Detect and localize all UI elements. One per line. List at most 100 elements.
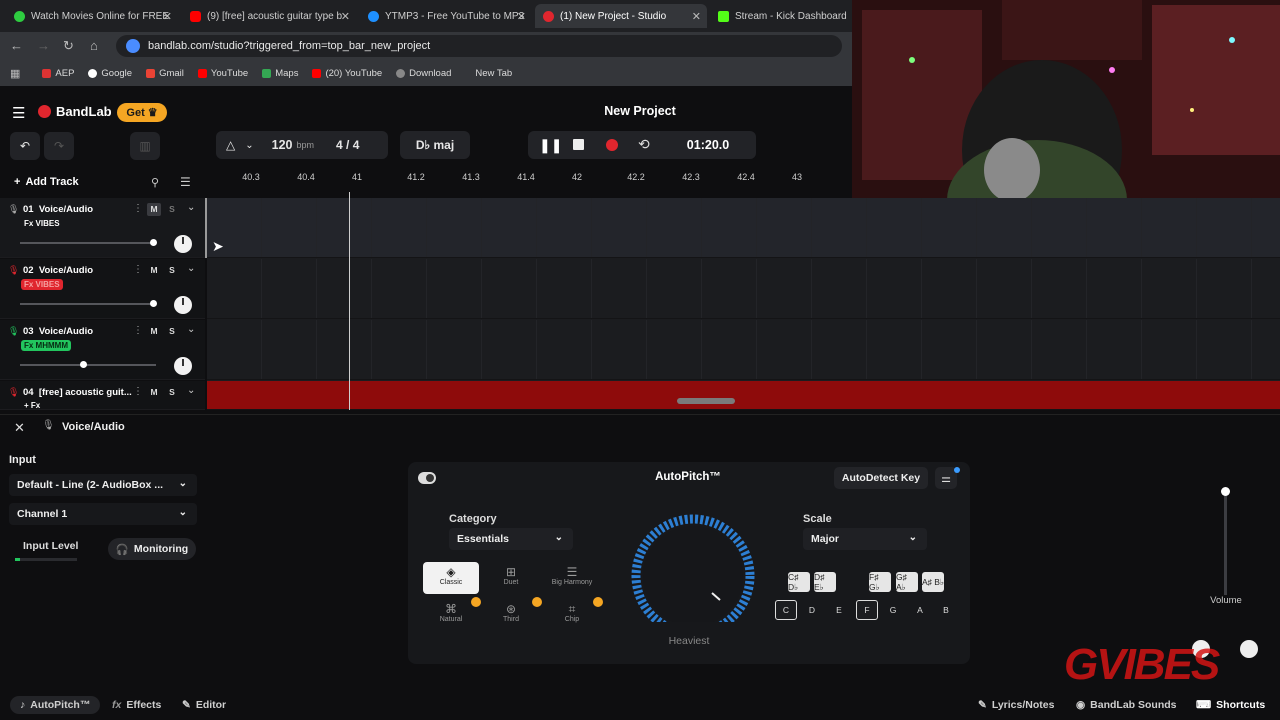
track-fx-badge[interactable]: Fx VIBES <box>21 218 63 229</box>
bandlab-sounds-button[interactable]: ◉ BandLab Sounds <box>1076 696 1177 714</box>
autodetect-key-button[interactable]: AutoDetect Key <box>834 467 928 489</box>
key-a[interactable]: A <box>909 600 931 620</box>
browser-tab-3[interactable]: YTMP3 - Free YouTube to MP3 ✕ <box>360 4 532 28</box>
monitoring-button[interactable]: 🎧 Monitoring <box>108 538 196 560</box>
volume-slider[interactable] <box>20 239 158 246</box>
bandlab-logo[interactable]: BandLab <box>38 104 112 119</box>
more-icon[interactable]: ⋮ <box>133 386 143 397</box>
key-b[interactable]: B <box>935 600 957 620</box>
address-bar[interactable]: bandlab.com/studio?triggered_from=top_ba… <box>116 35 842 57</box>
track-lanes[interactable] <box>207 198 1280 410</box>
bpm-value[interactable]: 120 <box>272 138 293 152</box>
mute-button[interactable]: M <box>147 264 161 277</box>
scale-select[interactable]: Major ⌄ <box>803 528 927 550</box>
add-track-button[interactable]: + Add Track <box>14 176 79 188</box>
close-icon[interactable]: ✕ <box>163 10 172 23</box>
bookmark-google[interactable]: Google <box>88 68 132 79</box>
key-e[interactable]: E <box>828 600 850 620</box>
redo-button[interactable]: ↷ <box>44 132 74 160</box>
record-button[interactable] <box>606 139 618 151</box>
bookmark-new-tab[interactable]: New Tab <box>475 68 512 79</box>
browser-tab-5[interactable]: Stream - Kick Dashboard <box>710 4 850 28</box>
solo-button[interactable]: S <box>165 203 179 216</box>
category-third[interactable]: ⊛ Third <box>483 599 539 631</box>
mute-button[interactable]: M <box>147 386 161 399</box>
bookmark-youtube[interactable]: YouTube <box>197 68 248 79</box>
metronome-icon[interactable]: △ <box>226 138 235 152</box>
bookmark-gmail[interactable]: Gmail <box>146 68 184 79</box>
lyrics-notes-button[interactable]: ✎ Lyrics/Notes <box>978 696 1054 714</box>
key-d[interactable]: D <box>801 600 823 620</box>
get-membership-button[interactable]: Get ♛ <box>117 103 167 122</box>
category-duet[interactable]: ⊞ Duet <box>483 562 539 594</box>
volume-fader[interactable] <box>1221 487 1230 595</box>
channel-select[interactable]: Channel 1 ⌄ <box>9 503 197 525</box>
solo-button[interactable]: S <box>165 264 179 277</box>
link-icon[interactable]: ⚲ <box>151 176 159 189</box>
autopitch-toggle[interactable] <box>418 472 436 484</box>
track-lane[interactable] <box>207 198 1280 258</box>
category-classic[interactable]: ◈ Classic <box>423 562 479 594</box>
bookmark-youtube-20[interactable]: (20) YouTube <box>312 68 382 79</box>
more-icon[interactable]: ⋮ <box>133 264 143 275</box>
track-fx-badge[interactable]: Fx MHMMM <box>21 340 71 351</box>
pause-button[interactable]: ❚❚ <box>539 137 562 154</box>
input-device-select[interactable]: Default - Line (2- AudioBox ... ⌄ <box>9 474 197 496</box>
track-row[interactable]: 🎙 02 Voice/Audio Fx VIBES ⋮ M S ⌄ <box>0 259 205 319</box>
menu-icon[interactable]: ☰ <box>12 104 25 122</box>
bookmark-download[interactable]: Download <box>396 68 451 79</box>
chevron-down-icon[interactable]: ⌄ <box>245 140 253 151</box>
editor-tab[interactable]: ✎ Editor <box>182 696 226 714</box>
track-lane[interactable] <box>207 320 1280 380</box>
track-row[interactable]: 🎙 03 Voice/Audio Fx MHMMM ⋮ M S ⌄ <box>0 320 205 380</box>
chevron-down-icon[interactable]: ⌄ <box>187 263 195 274</box>
solo-button[interactable]: S <box>165 386 179 399</box>
time-signature[interactable]: 4 / 4 <box>336 138 359 152</box>
category-chip[interactable]: ⌗ Chip <box>544 599 600 631</box>
browser-tab-2[interactable]: (9) [free] acoustic guitar type b ✕ <box>182 4 356 28</box>
master-pan-knob[interactable] <box>1192 640 1210 658</box>
category-big-harmony[interactable]: ☰ Big Harmony <box>544 562 600 594</box>
key-f-sharp[interactable]: F♯ G♭ <box>869 572 891 592</box>
pan-knob[interactable] <box>174 357 192 375</box>
pan-knob[interactable] <box>174 296 192 314</box>
shortcuts-button[interactable]: ⌨ Shortcuts <box>1196 696 1265 714</box>
undo-button[interactable]: ↶ <box>10 132 40 160</box>
volume-fader-knob[interactable] <box>1221 487 1230 496</box>
project-title[interactable]: New Project <box>560 104 720 118</box>
apps-grid-icon[interactable]: ▦ <box>10 67 20 80</box>
stop-button[interactable] <box>573 139 584 150</box>
bookmark-aep[interactable]: AEP <box>42 68 74 79</box>
close-icon[interactable]: ✕ <box>341 10 350 23</box>
more-icon[interactable]: ⋮ <box>133 203 143 214</box>
close-icon[interactable]: ✕ <box>692 10 701 23</box>
timeline-ruler[interactable]: 40.3 40.4 41 41.2 41.3 41.4 42 42.2 42.3… <box>207 168 852 186</box>
key-g[interactable]: G <box>882 600 904 620</box>
horizontal-scrollbar[interactable] <box>677 398 735 404</box>
site-info-icon[interactable] <box>126 39 140 53</box>
close-panel-icon[interactable]: ✕ <box>14 420 25 436</box>
volume-slider[interactable] <box>20 300 158 307</box>
pan-knob[interactable] <box>174 235 192 253</box>
track-row[interactable]: 🎙 01 Voice/Audio Fx VIBES ⋮ M S ⌄ <box>0 198 205 258</box>
effects-tab[interactable]: fx Effects <box>112 696 161 714</box>
volume-knob[interactable] <box>150 239 158 246</box>
mute-button[interactable]: M <box>147 203 161 216</box>
piano-button[interactable]: ▥ <box>130 132 160 160</box>
home-icon[interactable]: ⌂ <box>90 38 98 53</box>
track-lane[interactable] <box>207 259 1280 319</box>
volume-slider[interactable] <box>20 361 156 368</box>
reverb-knob[interactable] <box>1240 640 1258 658</box>
bookmark-maps[interactable]: Maps <box>262 68 298 79</box>
category-select[interactable]: Essentials ⌄ <box>449 528 573 550</box>
track-resize-handle[interactable] <box>205 198 207 258</box>
solo-button[interactable]: S <box>165 325 179 338</box>
back-icon[interactable]: ← <box>10 38 23 53</box>
browser-tab-1[interactable]: Watch Movies Online for FREE ✕ <box>6 4 178 28</box>
chevron-down-icon[interactable]: ⌄ <box>187 202 195 213</box>
loop-button[interactable]: ⟲ <box>638 136 650 153</box>
autopitch-tab[interactable]: ♪ AutoPitch™ <box>10 696 101 714</box>
more-icon[interactable]: ⋮ <box>133 325 143 336</box>
audio-region[interactable] <box>207 381 1280 410</box>
reload-icon[interactable]: ↻ <box>63 38 74 54</box>
